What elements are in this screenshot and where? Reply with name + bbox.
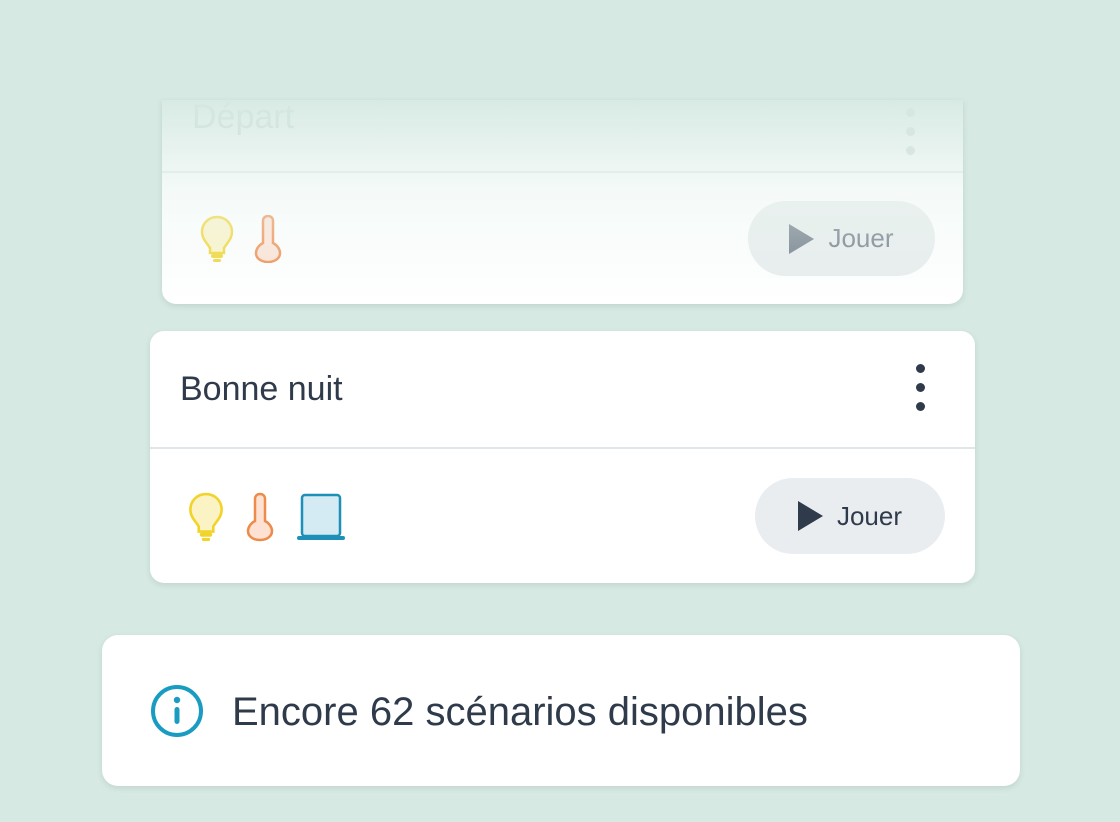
scenario-title: Départ — [192, 100, 295, 136]
thermometer-icon — [246, 492, 274, 542]
play-button-label: Jouer — [836, 500, 903, 531]
divider — [162, 171, 963, 173]
lightbulb-icon — [200, 215, 234, 262]
thermometer-icon — [254, 215, 282, 263]
play-icon — [789, 223, 815, 254]
scenario-device-icons — [200, 213, 284, 265]
play-icon — [797, 501, 823, 531]
lightbulb-icon — [189, 492, 223, 541]
play-button-label: Jouer — [828, 223, 894, 253]
scenario-card: Départ Jouer — [162, 100, 963, 304]
window-shutter-icon — [297, 493, 345, 540]
info-banner: Encore 62 scénarios disponibles — [102, 635, 1020, 786]
scenario-card-header: Départ — [162, 100, 963, 171]
more-options-button[interactable] — [915, 364, 925, 411]
scenario-card: Bonne nuit Jouer — [150, 331, 975, 583]
scenario-device-icons — [188, 491, 346, 543]
info-icon — [151, 685, 203, 737]
play-button[interactable]: Jouer — [755, 478, 945, 554]
more-options-button[interactable] — [905, 108, 915, 155]
scenario-title: Bonne nuit — [180, 370, 343, 408]
play-button[interactable]: Jouer — [748, 201, 935, 276]
divider — [150, 447, 975, 449]
info-text: Encore 62 scénarios disponibles — [232, 690, 808, 734]
